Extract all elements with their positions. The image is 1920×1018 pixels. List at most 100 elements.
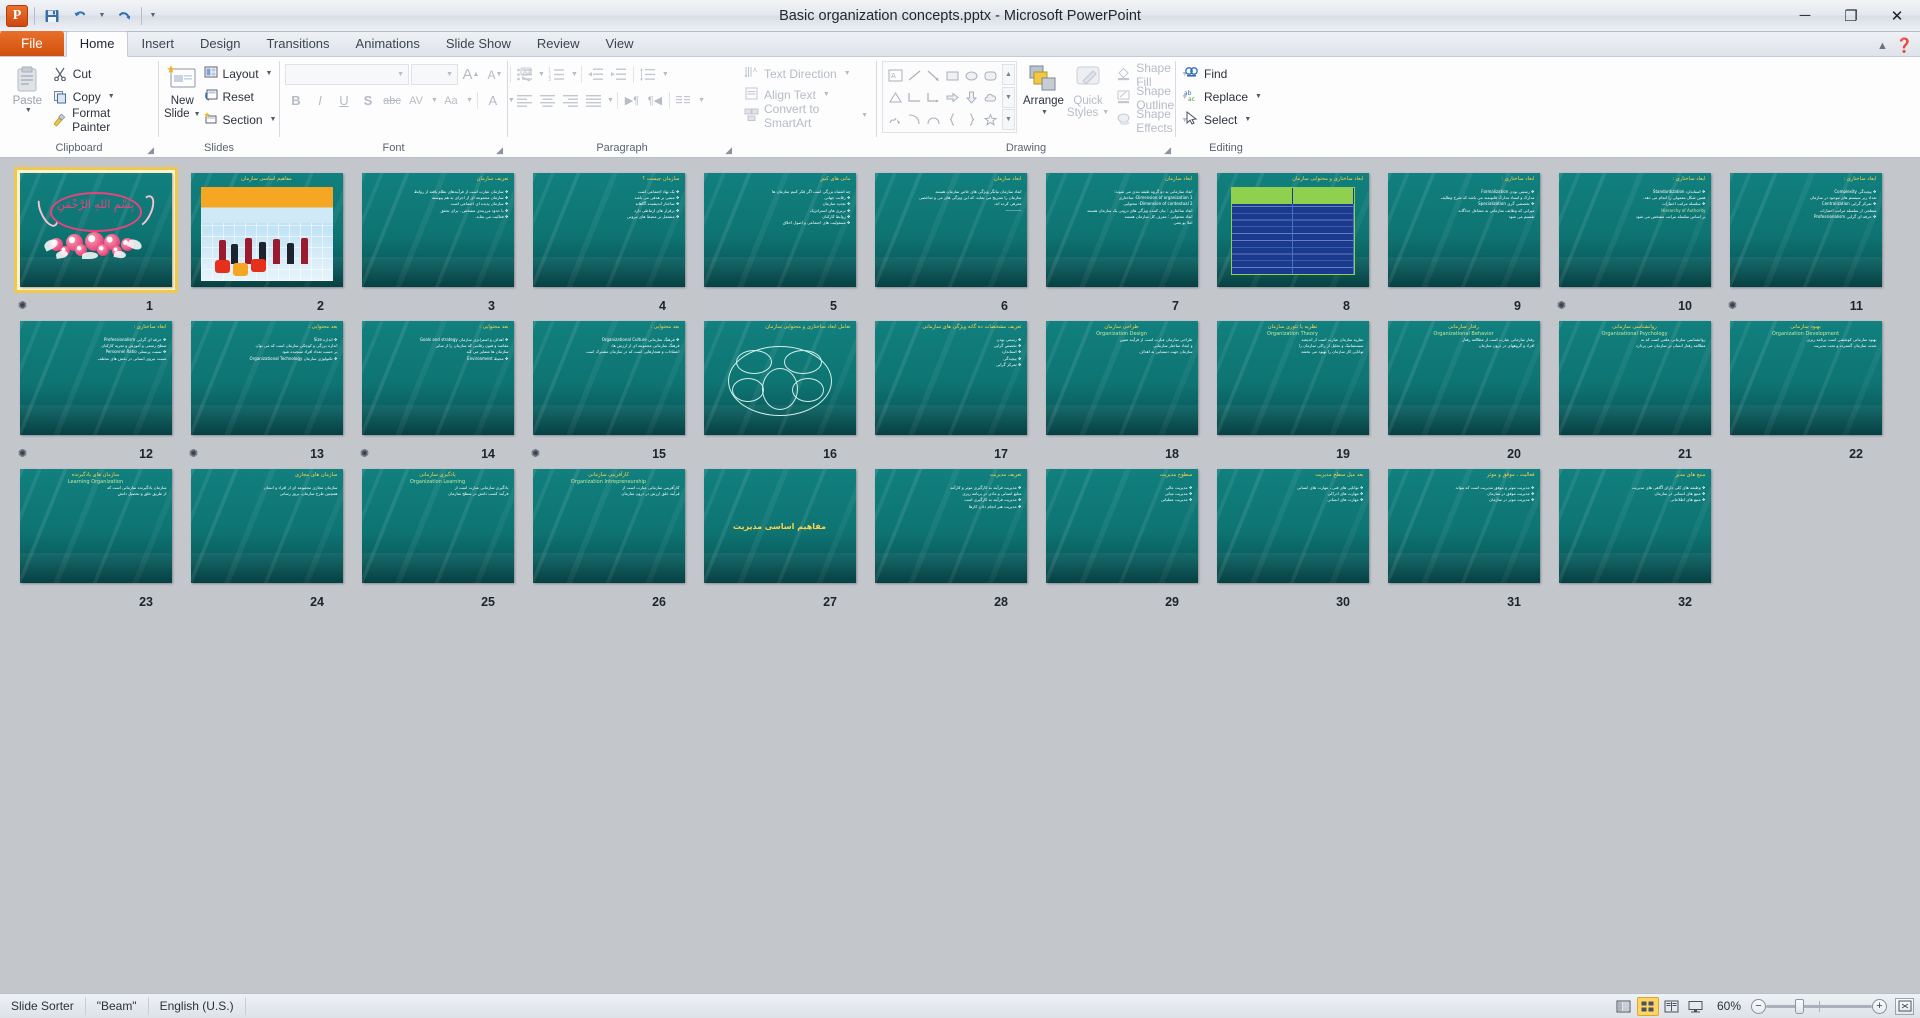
tab-insert[interactable]: Insert — [128, 32, 187, 56]
slide-thumbnail-cell[interactable]: ابعاد ساختاری : ❖ حرفه ای گرایی Professio… — [10, 315, 181, 463]
slide-thumbnail[interactable]: تعریف سازمان ❖ سازمان عبارت است از فرآیند… — [361, 173, 514, 287]
slide-thumbnail[interactable]: یادگیری سازمانی Organization Learning یادگ… — [361, 469, 514, 583]
slide-thumbnail-cell[interactable]: سطوح مدیریت ❖ مدیریت عالی ❖ مدیریت میانی ❖ … — [1036, 463, 1207, 611]
line-spacing-dropdown-icon[interactable]: ▼ — [662, 71, 669, 78]
slide-thumbnail[interactable]: تعامل ابعاد ساختاری و محتوایی سازمان — [703, 321, 856, 435]
slide-thumbnail[interactable]: سازمان های یادگیرنده Learning Organizatio… — [19, 469, 172, 583]
slide-thumbnail-cell[interactable]: سازمان های یادگیرنده Learning Organizatio… — [10, 463, 181, 611]
quick-access-toolbar[interactable]: P ▼ ▼ — [0, 0, 158, 31]
slide-thumbnail-frame[interactable]: بعد میل سطح مدیریت ❖ توانایی های فنی ، مه… — [1211, 463, 1375, 589]
slide-thumbnail-cell[interactable]: ابعاد ساختاری : ❖ استاندارد Standardizati… — [1549, 167, 1720, 315]
font-size-dropdown-icon[interactable]: ▼ — [446, 71, 453, 78]
arrange-dropdown-icon[interactable]: ▼ — [1041, 107, 1048, 119]
transition-star-icon[interactable]: ✺ — [529, 447, 542, 460]
bold-button[interactable]: B — [285, 90, 307, 112]
quick-styles-dropdown-icon[interactable]: ▼ — [1102, 107, 1109, 119]
replace-dropdown-icon[interactable]: ▼ — [1255, 93, 1262, 100]
columns-icon[interactable] — [673, 90, 695, 112]
slide-thumbnail-cell[interactable]: تعریف سازمان ❖ سازمان عبارت است از فرآیند… — [352, 167, 523, 315]
justify-icon[interactable] — [582, 90, 604, 112]
text-direction-dropdown-icon[interactable]: ▼ — [844, 70, 851, 77]
slides-commands[interactable]: Layout ▼ Reset Section ▼ — [201, 61, 280, 130]
slide-thumbnail-cell[interactable]: طراحی سازمان Organization Design طراحی ساز… — [1036, 315, 1207, 463]
slide-thumbnail-frame[interactable]: فعالیت ، موفق و موثر ❖ مدیریت موثر و موفق… — [1382, 463, 1546, 589]
slide-thumbnail-cell[interactable]: تعریف مشخصات ده گانه ویژگی های سازمانی ❖ … — [865, 315, 1036, 463]
curve-shape-icon[interactable] — [905, 108, 924, 130]
font-row-2[interactable]: B I U S abc AV ▼ Aa ▼ A ▼ — [285, 89, 515, 112]
slide-sorter-view-button[interactable] — [1636, 996, 1659, 1016]
slide-thumbnail-frame[interactable]: بِسْمِ اللهِ الرَّحْمَنِ — [13, 167, 178, 293]
transition-star-icon[interactable]: ✺ — [358, 447, 371, 460]
underline-button[interactable]: U — [333, 90, 355, 112]
find-button[interactable]: Find — [1181, 63, 1265, 84]
left-brace-shape-icon[interactable] — [943, 108, 962, 130]
smartart-dropdown-icon[interactable]: ▼ — [861, 112, 868, 119]
font-size-input[interactable]: ▼ — [411, 64, 458, 85]
slide-thumbnail-frame[interactable]: سطوح مدیریت ❖ مدیریت عالی ❖ مدیریت میانی ❖ … — [1040, 463, 1204, 589]
align-right-icon[interactable] — [559, 90, 581, 112]
new-slide-button[interactable]: New Slide ▼ — [164, 61, 201, 121]
select-button[interactable]: Select ▼ — [1181, 109, 1265, 130]
editing-commands[interactable]: Find ab ac Replace ▼ Select ▼ — [1181, 61, 1265, 130]
justify-dropdown-icon[interactable]: ▼ — [607, 97, 614, 104]
help-icon[interactable]: ❓ — [1896, 37, 1913, 54]
layout-dropdown-icon[interactable]: ▼ — [266, 70, 273, 77]
slide-thumbnail-frame[interactable]: تعریف مشخصات ده گانه ویژگی های سازمانی ❖ … — [869, 315, 1033, 441]
zoom-slider[interactable]: − + — [1751, 998, 1887, 1014]
arrow-shape-icon[interactable] — [924, 64, 943, 86]
convert-to-smartart-button[interactable]: Convert to SmartArt ▼ — [741, 102, 871, 130]
star-shape-icon[interactable] — [981, 108, 1000, 130]
slide-thumbnail[interactable]: ابعاد ساختاری : ❖ پیچیدگی Complexity تعداد… — [1729, 173, 1882, 287]
slide-thumbnail[interactable]: ابعاد ساختاری و محتوایی سازمان — [1216, 173, 1369, 287]
copy-button[interactable]: Copy ▼ — [50, 86, 153, 107]
bullets-icon[interactable] — [513, 64, 535, 86]
align-center-icon[interactable] — [536, 90, 558, 112]
font-dialog-launcher[interactable]: ◢ — [496, 143, 503, 158]
font-row-1[interactable]: ▼ ▼ A ▲ A ▼ Aa — [285, 63, 537, 86]
slide-thumbnail-frame[interactable]: ابعاد ساختاری : ❖ پیچیدگی Complexity تعداد… — [1724, 167, 1888, 293]
cloud-shape-icon[interactable] — [981, 86, 1000, 108]
slide-thumbnail[interactable]: روانشناسی سازمانی Organizational Psycholo… — [1558, 321, 1711, 435]
line-spacing-icon[interactable] — [637, 64, 659, 86]
clipboard-commands[interactable]: Cut Copy ▼ Format Painter — [50, 61, 153, 134]
line-shape-icon[interactable] — [905, 64, 924, 86]
tab-view[interactable]: View — [593, 32, 647, 56]
tab-review[interactable]: Review — [524, 32, 593, 56]
slide-thumbnail-frame[interactable]: ابعاد ساختاری : ❖ حرفه ای گرایی Professio… — [14, 315, 178, 441]
slide-thumbnail[interactable]: مفاهیم اساسی سازمان — [190, 173, 343, 287]
transition-star-icon[interactable]: ✺ — [1726, 299, 1739, 312]
select-dropdown-icon[interactable]: ▼ — [1244, 116, 1251, 123]
slide-thumbnail[interactable]: ابعاد سازمان ابعاد سازمان بیانگر ویژگی ها… — [874, 173, 1027, 287]
slide-thumbnail-cell[interactable]: ابعاد ساختاری و محتوایی سازمان 8 — [1207, 167, 1378, 315]
slide-thumbnail[interactable]: بعد محتوایی : ❖ اندازه Size اندازه بزرگی و… — [190, 321, 343, 435]
slide-thumbnail-cell[interactable]: سازمان چیست ؟ ❖ یک نهاد اجتماعی است ❖ مبتن… — [523, 167, 694, 315]
slide-thumbnail-frame[interactable]: مفاهیم اساسی سازمان — [185, 167, 349, 293]
slide-thumbnail-frame[interactable]: بعد محتوایی : ❖ اهداف و استراتژی سازمان G… — [356, 315, 520, 441]
slide-thumbnail-cell[interactable]: بعد محتوایی : ❖ اهداف و استراتژی سازمان G… — [352, 315, 523, 463]
slide-thumbnail-cell[interactable]: ابعاد سازمان ابعاد سازمانی به دو گروه طبق… — [1036, 167, 1207, 315]
zoom-out-button[interactable]: − — [1751, 998, 1766, 1014]
slide-thumbnail-frame[interactable]: رفتار سازمانی Organizational Behavior رفتا… — [1382, 315, 1546, 441]
arc-shape-icon[interactable] — [924, 108, 943, 130]
slide-thumbnail-frame[interactable]: ابعاد ساختاری : ❖ رسمی بودن Formalization… — [1382, 167, 1546, 293]
cut-button[interactable]: Cut — [50, 63, 153, 84]
slide-thumbnail[interactable]: طراحی سازمان Organization Design طراحی ساز… — [1045, 321, 1198, 435]
fit-slide-to-window-icon[interactable] — [1895, 997, 1914, 1015]
oval-shape-icon[interactable] — [962, 64, 981, 86]
tab-home[interactable]: Home — [65, 31, 129, 57]
gallery-scroll-up-icon[interactable]: ▲ — [1002, 64, 1015, 85]
slide-thumbnail[interactable]: بِسْمِ اللهِ الرَّحْمَنِ — [19, 173, 172, 287]
window-controls[interactable]: ─ ❐ ✕ — [1782, 0, 1920, 31]
layout-button[interactable]: Layout ▼ — [201, 63, 280, 84]
shapes-grid[interactable]: A — [886, 64, 1000, 130]
slide-thumbnail-frame[interactable]: طراحی سازمان Organization Design طراحی ساز… — [1040, 315, 1204, 441]
slide-thumbnail-frame[interactable]: ابعاد سازمان ابعاد سازمانی به دو گروه طبق… — [1040, 167, 1204, 293]
slide-thumbnail-cell[interactable]: تعامل ابعاد ساختاری و محتوایی سازمان 16 — [694, 315, 865, 463]
slide-thumbnail-frame[interactable]: منبع های مدیر ❖ وظیفه های کلی دارای آگاهی… — [1553, 463, 1717, 589]
section-dropdown-icon[interactable]: ▼ — [270, 116, 277, 123]
numbering-dropdown-icon[interactable]: ▼ — [571, 71, 578, 78]
slide-thumbnail-frame[interactable]: بهبود سازمانی Organization Development بهب… — [1724, 315, 1888, 441]
tab-slide-show[interactable]: Slide Show — [433, 32, 524, 56]
arrange-button[interactable]: Arrange ▼ — [1023, 61, 1064, 119]
right-arrow-shape-icon[interactable] — [943, 86, 962, 108]
